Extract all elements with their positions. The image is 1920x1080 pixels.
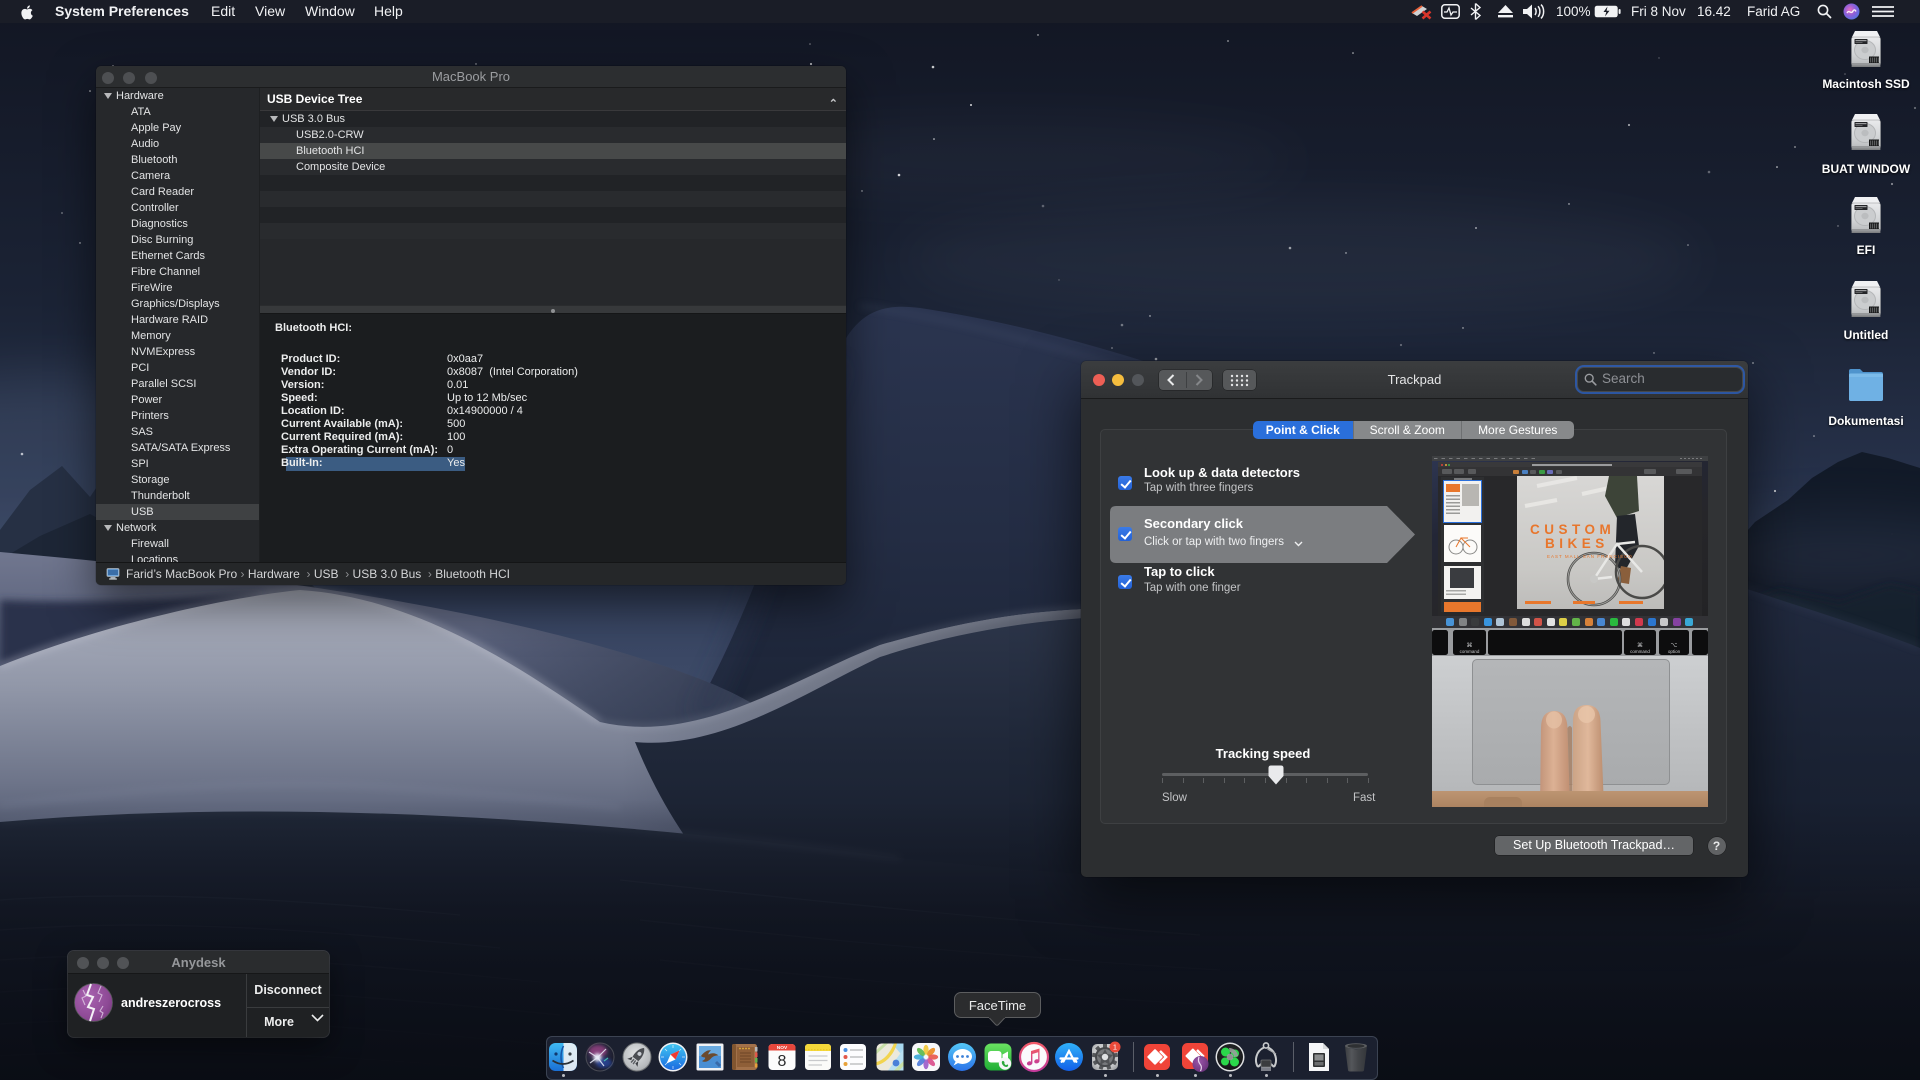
svg-text:1: 1	[1113, 1042, 1117, 1051]
svg-text:CUSTOM: CUSTOM	[1530, 522, 1615, 537]
svg-text:8: 8	[778, 1053, 787, 1070]
svg-text:EAST MALL SAN FRANCISCO: EAST MALL SAN FRANCISCO	[1547, 554, 1633, 559]
svg-text:NOV: NOV	[777, 1045, 788, 1051]
svg-text:BIKES: BIKES	[1545, 536, 1609, 551]
